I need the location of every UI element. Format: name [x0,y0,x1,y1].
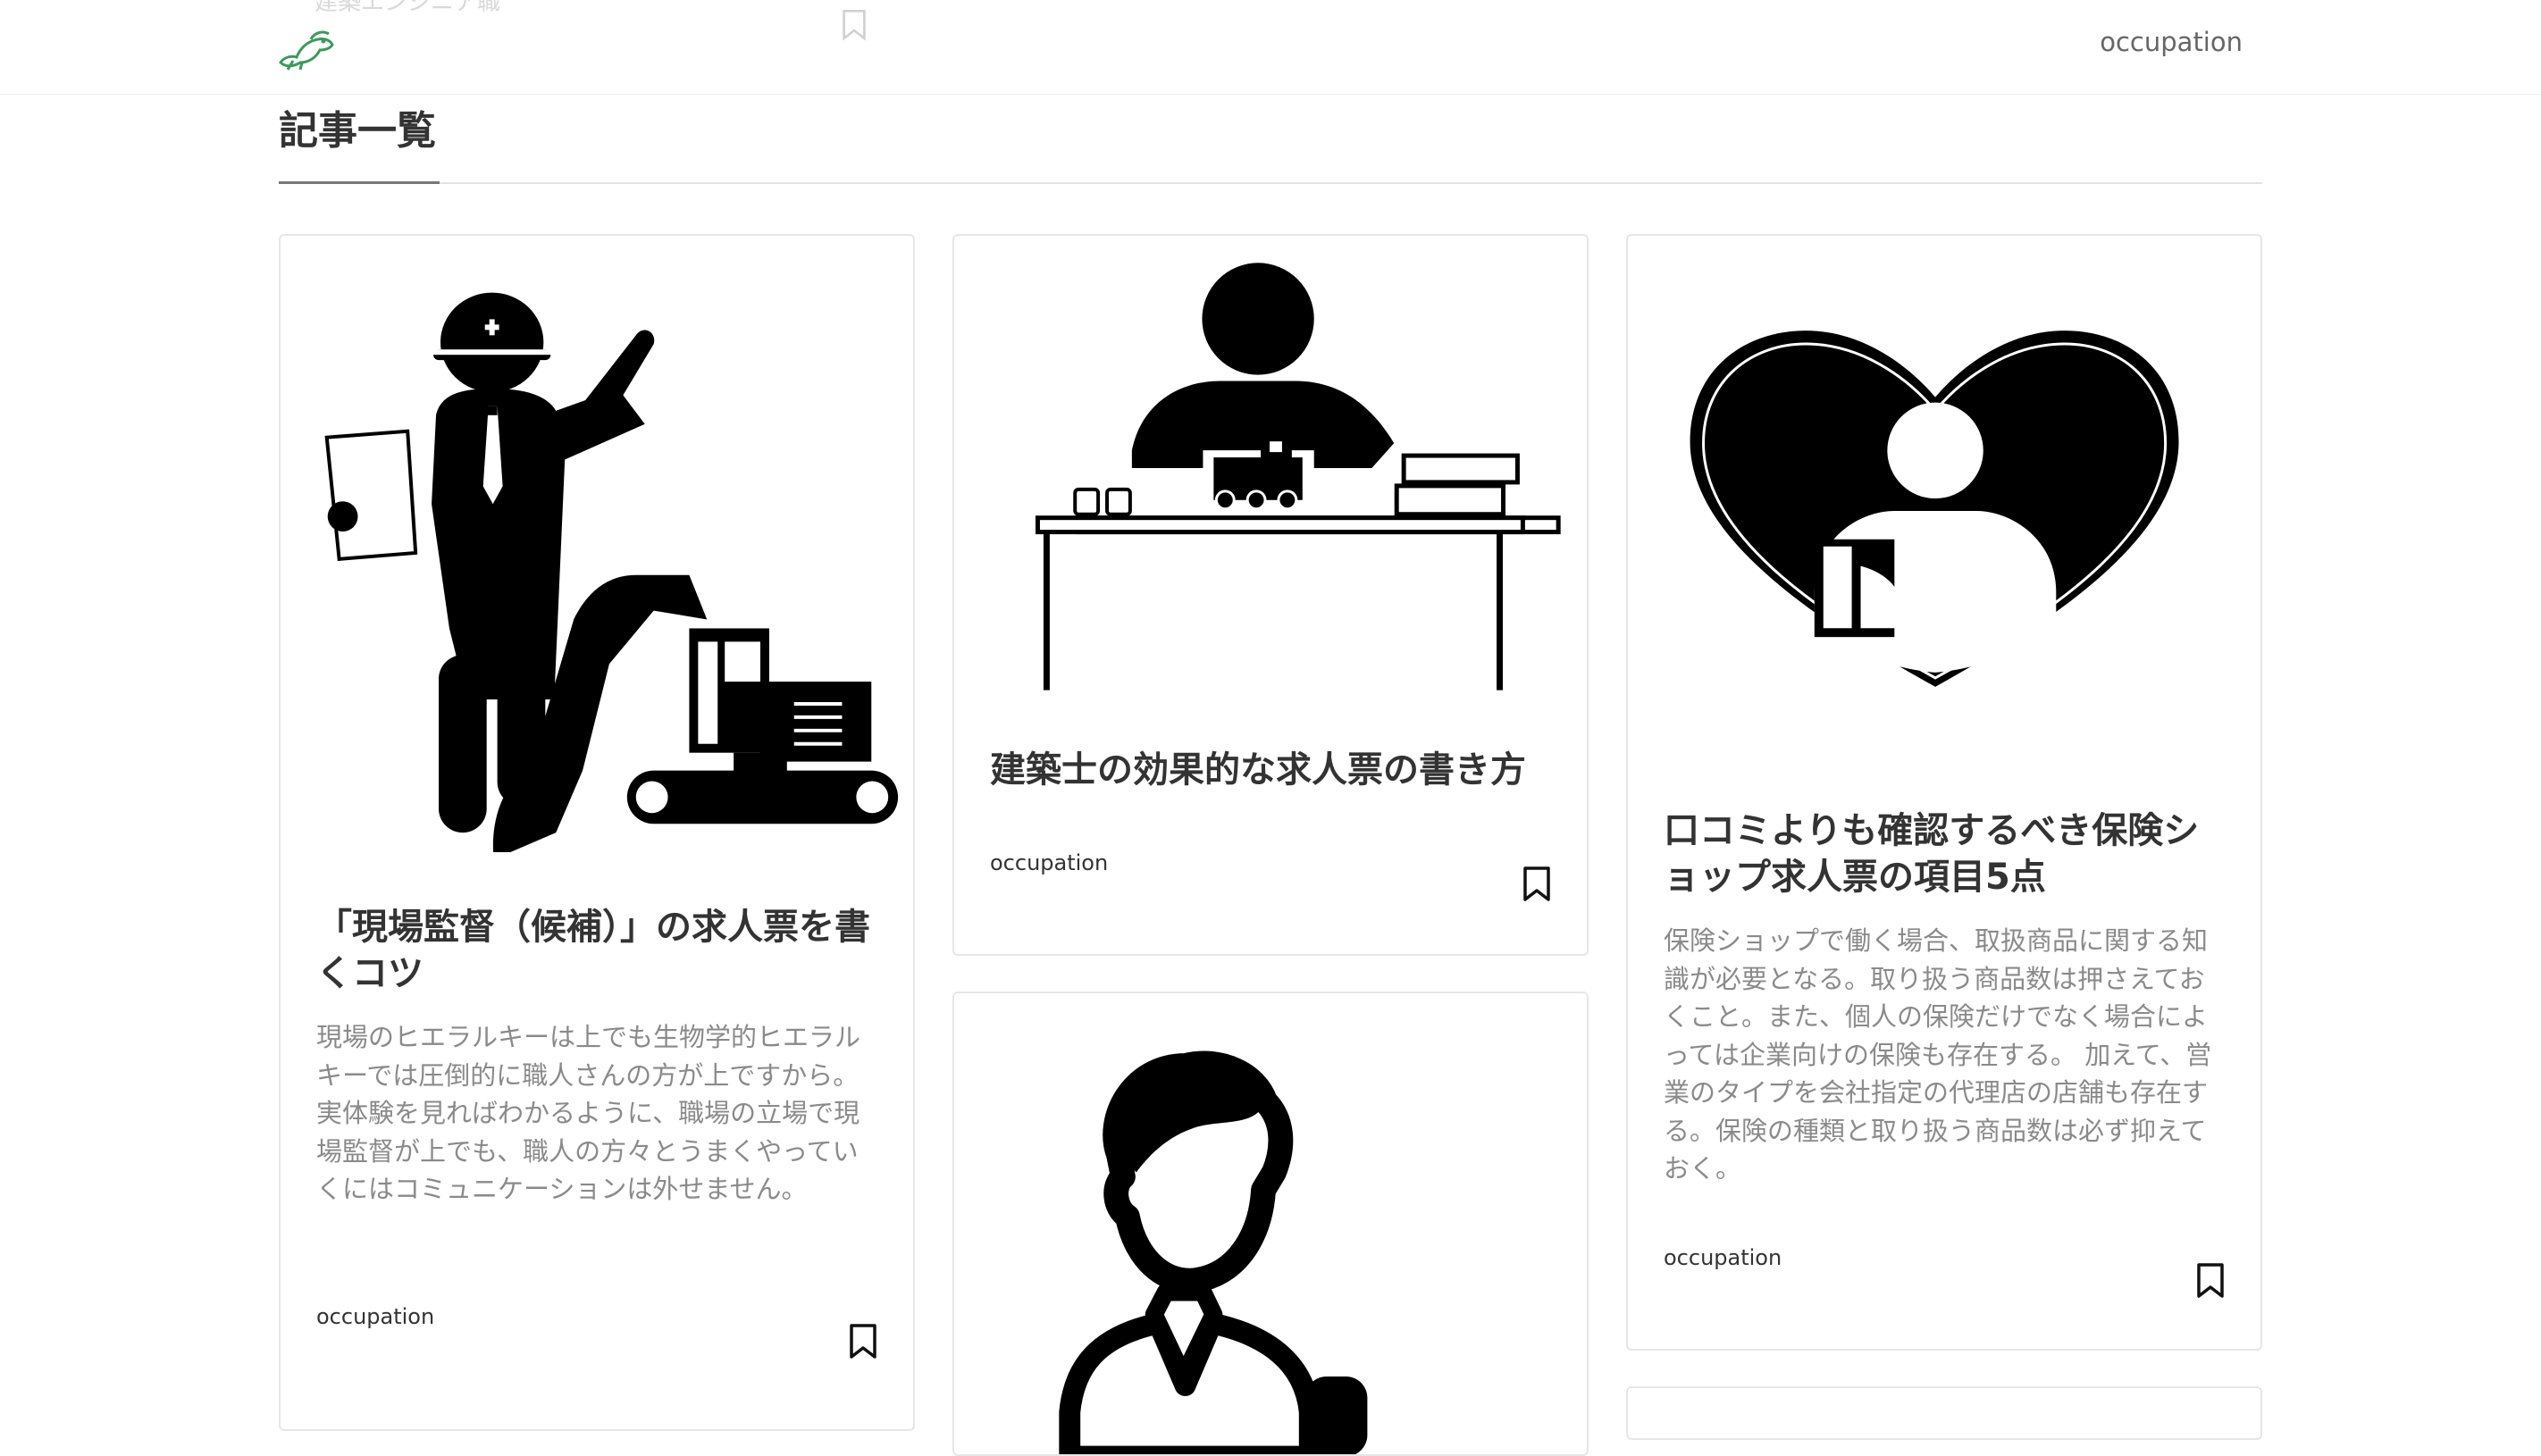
beaver-logo-icon[interactable] [275,21,336,71]
article-excerpt: 現場のヒエラルキーは上でも生物学的ヒエラルキーでは圧倒的に職人さんの方が上ですか… [316,1022,861,1204]
article-category-tag[interactable]: occupation [990,850,1108,875]
article-category-tag[interactable]: occupation [316,1304,434,1329]
page-title: 記事一覧 [279,108,436,154]
insurance-heart-person-icon [1628,236,2260,772]
construction-supervisor-excavator-icon [281,236,913,852]
nav-occupation-link[interactable]: occupation [2100,27,2243,57]
article-excerpt: 保険ショップで働く場合、取扱商品に関する知識が必要となる。取り扱う商品数は押さえ… [1664,925,2212,1184]
site-header: 建築エンジニア職 occupation [0,0,2541,95]
article-card[interactable] [1626,1386,2262,1440]
article-title[interactable]: 「現場監督（候補）」の求人票を書くコツ [316,904,877,997]
article-title[interactable]: 建築士の効果的な求人票の書き方 [990,747,1551,793]
title-divider [279,182,2262,184]
bookmark-ghost-icon [843,9,866,41]
architect-at-desk-icon [954,236,1587,700]
article-category-tag[interactable]: occupation [1664,1245,1782,1270]
person-in-suit-icon [954,993,1587,1454]
article-card[interactable]: 口コミよりも確認するべき保険ショップ求人票の項目5点 保険ショップで働く場合、取… [1626,234,2262,1351]
bookmark-icon[interactable] [849,1324,877,1360]
bookmark-icon[interactable] [1522,866,1551,902]
article-title[interactable]: 口コミよりも確認するべき保険ショップ求人票の項目5点 [1664,807,2225,900]
title-underline-accent [279,181,440,184]
header-ghost-text: 建築エンジニア職 [314,0,501,16]
article-card[interactable]: 「現場監督（候補）」の求人票を書くコツ 現場のヒエラルキーは上でも生物学的ヒエラ… [279,234,915,1431]
article-card[interactable]: 建築士の効果的な求人票の書き方 occupation [952,234,1589,956]
bookmark-icon[interactable] [2196,1263,2225,1299]
article-card[interactable] [952,992,1589,1456]
